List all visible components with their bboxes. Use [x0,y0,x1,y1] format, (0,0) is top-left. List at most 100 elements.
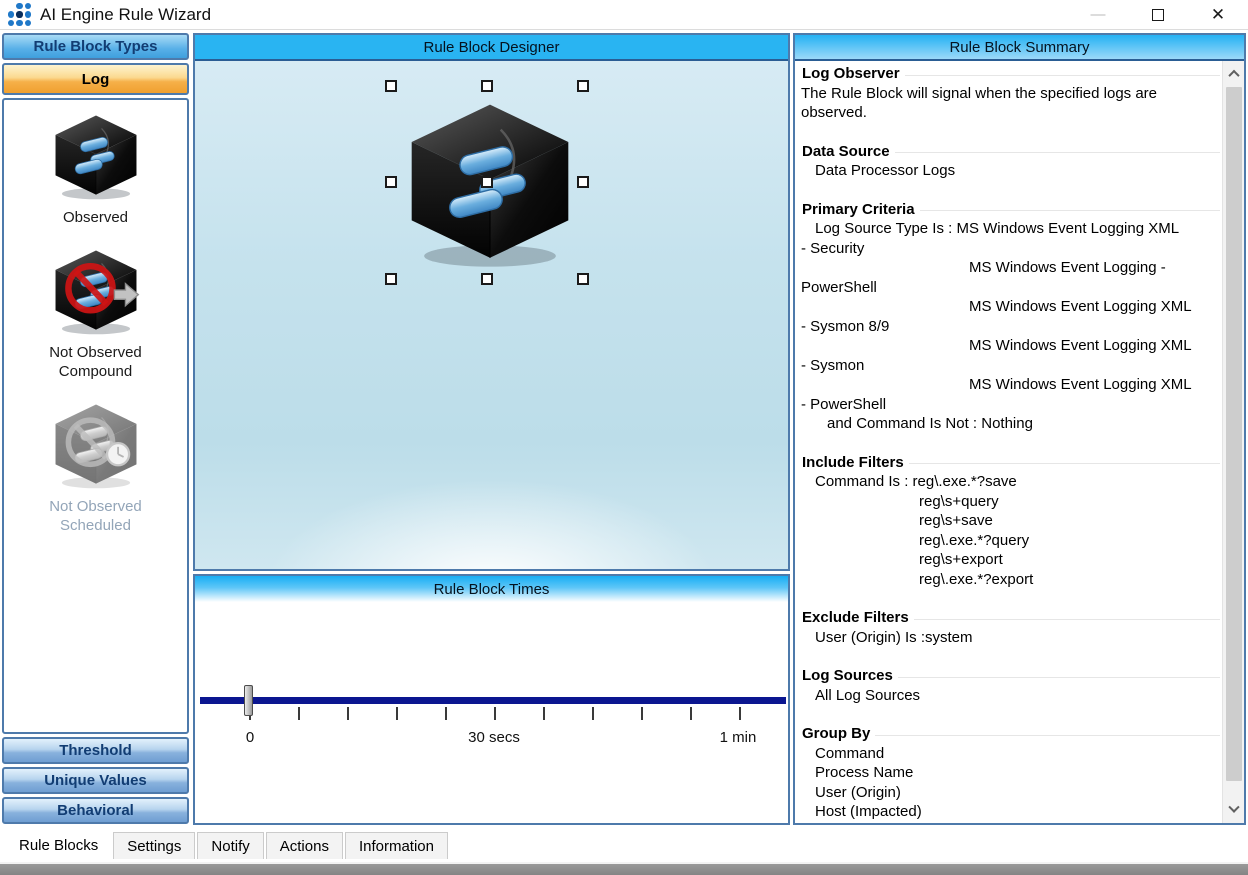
selection-handle[interactable] [385,80,397,92]
type-item-not-observed-compound[interactable]: Not Observed Compound [31,235,161,389]
summary-line: Command Is : reg\.exe.*?save [799,472,1220,492]
scrollbar-thumb[interactable] [1226,87,1242,781]
time-slider-thumb[interactable] [244,685,253,716]
rule-block-designer-panel: Rule Block Designer [193,33,790,571]
times-body: 0 30 secs 1 min [195,602,788,823]
summary-line: reg\s+export [799,550,1220,570]
selection-handle[interactable] [385,176,397,188]
summary-line: - Sysmon 8/9 [799,317,1220,337]
log-type-button[interactable]: Log [2,63,189,95]
summary-line: reg\.exe.*?query [799,531,1220,551]
type-label: Observed [31,208,161,227]
not-observed-scheduled-icon [48,399,144,491]
status-bar [0,862,1248,875]
rule-block-summary-panel: Rule Block Summary Log Observer The Rule… [793,33,1246,825]
selection-handle[interactable] [577,273,589,285]
heading-rule [914,619,1220,620]
summary-line: Command [799,744,1220,764]
selection-handle[interactable] [481,176,493,188]
summary-section-log-observer: Log Observer The Rule Block will signal … [799,64,1220,123]
rule-block-types-header: Rule Block Types [2,33,189,60]
unique-values-button[interactable]: Unique Values [2,767,189,794]
type-item-observed[interactable]: Observed [31,100,161,235]
summary-line: Host (Impacted) [799,802,1220,822]
summary-line: The Rule Block will signal when the spec… [799,84,1220,123]
summary-line: reg\s+query [799,492,1220,512]
section-heading: Exclude Filters [802,608,909,628]
title-bar: AI Engine Rule Wizard — ✕ [0,0,1248,30]
minimize-icon[interactable]: — [1068,0,1128,30]
summary-line: User (Origin) Is :system [799,628,1220,648]
window-title: AI Engine Rule Wizard [40,5,211,25]
tab-settings[interactable]: Settings [113,832,195,859]
scale-label-0: 0 [235,729,265,746]
time-slider-ticks [249,707,743,720]
designer-canvas[interactable] [195,61,788,569]
summary-line: - Sysmon [799,356,1220,376]
summary-line: Data Processor Logs [799,161,1220,181]
summary-section-log-sources: Log Sources All Log Sources [799,666,1220,705]
rule-block-types-panel: Rule Block Types Log Observed Not Observ… [2,33,189,824]
section-heading: Primary Criteria [802,200,915,220]
scale-label-30secs: 30 secs [459,729,529,746]
selection-handle[interactable] [577,80,589,92]
summary-section-group-by: Group By Command Process Name User (Orig… [799,724,1220,822]
behavioral-button[interactable]: Behavioral [2,797,189,824]
selection-handle[interactable] [577,176,589,188]
type-label: Not Observed Scheduled [31,497,161,535]
rule-block-times-header: Rule Block Times [195,576,788,602]
summary-content: Log Observer The Rule Block will signal … [795,61,1222,823]
section-heading: Group By [802,724,870,744]
bottom-tab-strip: Rule Blocks Settings Notify Actions Info… [0,832,1248,859]
threshold-button[interactable]: Threshold [2,737,189,764]
section-heading: Log Observer [802,64,900,84]
summary-line: MS Windows Event Logging XML [799,375,1220,395]
tab-notify[interactable]: Notify [197,832,263,859]
heading-rule [895,152,1220,153]
time-slider-track[interactable] [200,697,786,704]
close-icon[interactable]: ✕ [1188,0,1248,30]
rule-block-times-panel: Rule Block Times 0 30 secs 1 min [193,574,790,825]
window-controls: — ✕ [1068,0,1248,30]
summary-line: PowerShell [799,278,1220,298]
summary-section-data-source: Data Source Data Processor Logs [799,142,1220,181]
section-heading: Include Filters [802,453,904,473]
summary-line: - PowerShell [799,395,1220,415]
summary-line: All Log Sources [799,686,1220,706]
heading-rule [920,210,1220,211]
not-observed-compound-icon [48,245,144,337]
summary-line: Log Source Type Is : MS Windows Event Lo… [799,219,1220,239]
selection-handle[interactable] [385,273,397,285]
summary-line: MS Windows Event Logging XML [799,297,1220,317]
summary-line: User (Origin) [799,783,1220,803]
summary-line: - Security [799,239,1220,259]
type-item-not-observed-scheduled: Not Observed Scheduled [31,389,161,543]
section-heading: Data Source [802,142,890,162]
tab-rule-blocks[interactable]: Rule Blocks [6,832,111,859]
summary-scrollbar[interactable] [1222,61,1244,823]
selection-handle[interactable] [481,80,493,92]
tab-information[interactable]: Information [345,832,448,859]
app-logo-icon [8,3,31,26]
summary-section-include-filters: Include Filters Command Is : reg\.exe.*?… [799,453,1220,590]
summary-line: reg\.exe.*?export [799,570,1220,590]
rule-block-summary-header: Rule Block Summary [795,35,1244,61]
selection-handle[interactable] [481,273,493,285]
scale-label-1min: 1 min [703,729,773,746]
summary-line: Process Name [799,763,1220,783]
summary-section-primary-criteria: Primary Criteria Log Source Type Is : MS… [799,200,1220,434]
type-label: Not Observed Compound [31,343,161,381]
scroll-down-icon[interactable] [1223,797,1244,823]
summary-line: MS Windows Event Logging - [799,258,1220,278]
summary-line: and Command Is Not : Nothing [799,414,1220,434]
summary-section-exclude-filters: Exclude Filters User (Origin) Is :system [799,608,1220,647]
rule-block-designer-header: Rule Block Designer [195,35,788,61]
heading-rule [875,735,1220,736]
scroll-up-icon[interactable] [1223,61,1244,87]
summary-line: reg\s+save [799,511,1220,531]
rule-block-types-list: Observed Not Observed Compound Not Obser… [2,98,189,734]
maximize-icon[interactable] [1128,0,1188,30]
heading-rule [909,463,1220,464]
summary-line: MS Windows Event Logging XML [799,336,1220,356]
tab-actions[interactable]: Actions [266,832,343,859]
